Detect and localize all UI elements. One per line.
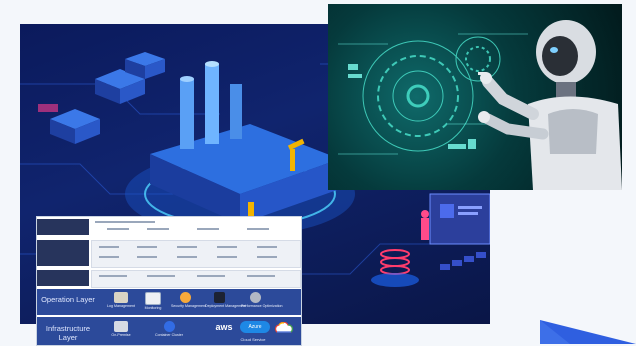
azure-logo: Azure <box>240 321 270 333</box>
infrastructure-layer-label: Infrastructure Layer <box>45 324 91 342</box>
on-premise-icon <box>114 321 128 332</box>
monitoring-icon <box>145 292 161 305</box>
row-1-line <box>247 228 269 230</box>
diagram-row-1 <box>37 217 301 237</box>
row-2-header <box>37 240 89 266</box>
operation-layer: Operation Layer Log Management Monitorin… <box>37 289 301 315</box>
row-1-line <box>147 228 169 230</box>
row-3-line <box>99 275 127 277</box>
row-2-line <box>99 246 119 248</box>
security-management-icon <box>179 292 191 303</box>
tile-log-management: Log Management <box>107 292 135 312</box>
decorative-triangle <box>540 320 636 344</box>
tile-security-management: Security Management <box>171 292 206 312</box>
tile-performance-optimization: Performance Optimization <box>241 292 283 312</box>
row-1-line <box>197 228 219 230</box>
tile-caption: On-Premise <box>111 333 131 337</box>
row-1-line <box>107 228 129 230</box>
tile-container-cluster: Container Cluster <box>155 321 183 341</box>
row-3-line <box>247 275 275 277</box>
row-3-header <box>37 270 89 286</box>
tile-caption: Performance Optimization <box>241 304 283 308</box>
performance-optimization-icon <box>249 292 261 303</box>
row-2-line <box>217 256 237 258</box>
diagram-row-2 <box>37 238 301 268</box>
row-2-line <box>99 256 119 258</box>
tile-caption: Container Cluster <box>155 333 183 337</box>
row-3-line <box>147 275 175 277</box>
log-management-icon <box>114 292 128 303</box>
row-2-line <box>257 256 277 258</box>
tile-monitoring: Monitoring <box>139 292 167 312</box>
row-1-line <box>95 221 155 223</box>
cloud-service-caption: Cloud Service <box>240 337 266 342</box>
tile-caption: Deployment Management <box>205 304 247 308</box>
container-cluster-icon <box>163 321 175 332</box>
tile-caption: Log Management <box>107 304 135 308</box>
aws-logo: aws <box>215 322 233 332</box>
infrastructure-layer: Infrastructure Layer On-Premise Containe… <box>37 317 301 345</box>
deployment-management-icon <box>213 292 225 303</box>
tile-deployment-management: Deployment Management <box>205 292 247 312</box>
tile-on-premise: On-Premise <box>107 321 135 341</box>
row-3-line <box>197 275 225 277</box>
row-2-line <box>217 246 237 248</box>
architecture-diagram: Operation Layer Log Management Monitorin… <box>36 216 302 346</box>
robot-scene <box>338 20 622 190</box>
robot-photo <box>328 4 622 190</box>
row-2-line <box>137 256 157 258</box>
row-1-header <box>37 219 89 235</box>
row-3-panel <box>91 270 301 288</box>
google-cloud-logo <box>273 321 295 333</box>
diagram-row-3 <box>37 269 301 288</box>
row-2-line <box>177 256 197 258</box>
row-2-panel <box>91 240 301 268</box>
google-cloud-logo-svg <box>275 321 293 333</box>
row-2-line <box>257 246 277 248</box>
tile-caption: Monitoring <box>144 306 162 310</box>
operation-layer-label: Operation Layer <box>41 295 95 304</box>
row-2-line <box>177 246 197 248</box>
row-2-line <box>137 246 157 248</box>
tile-caption: Security Management <box>171 304 206 308</box>
